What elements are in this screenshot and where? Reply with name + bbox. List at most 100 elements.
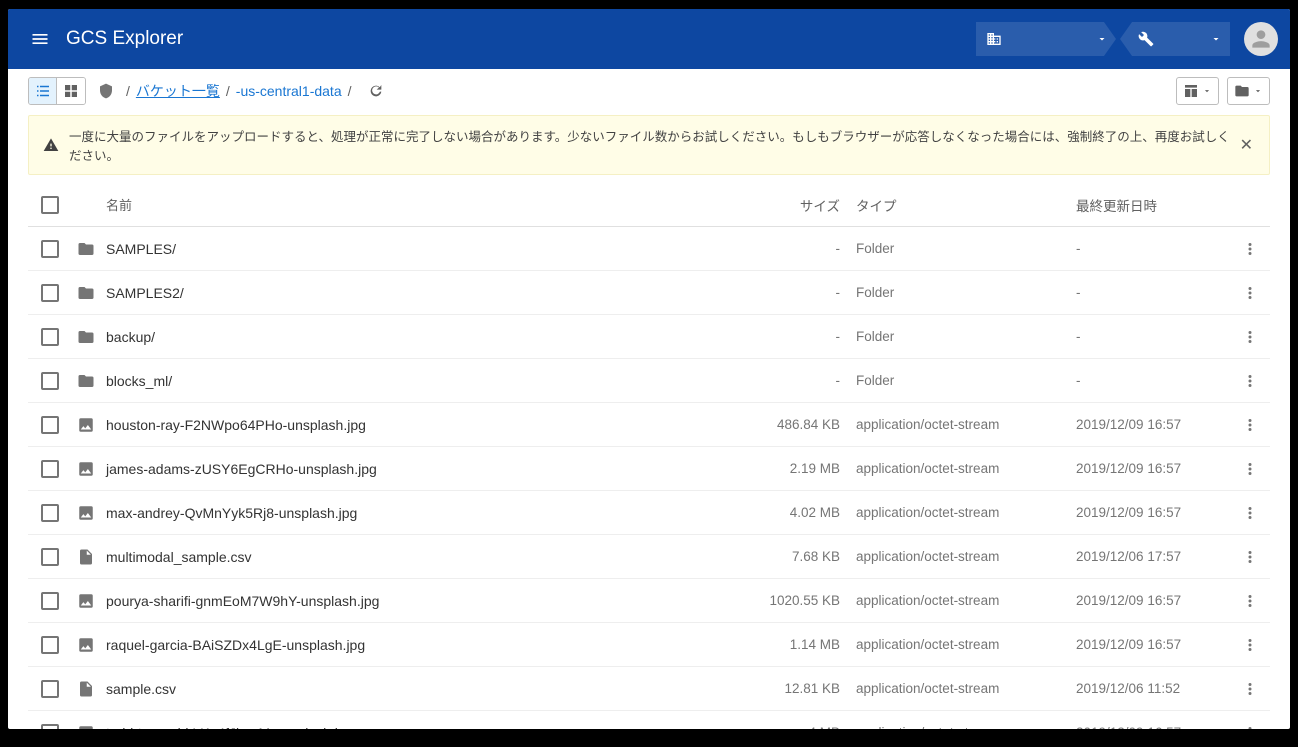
- object-name[interactable]: backup/: [100, 329, 730, 345]
- object-name[interactable]: max-andrey-QvMnYyk5Rj8-unsplash.jpg: [100, 505, 730, 521]
- more-vert-icon: [1241, 636, 1259, 654]
- object-name[interactable]: blocks_ml/: [100, 373, 730, 389]
- object-size: 12.81 KB: [730, 681, 840, 696]
- col-type[interactable]: タイプ: [840, 195, 1060, 215]
- row-menu-button[interactable]: [1230, 460, 1270, 478]
- object-name[interactable]: SAMPLES/: [100, 241, 730, 257]
- object-size: -: [730, 241, 840, 256]
- row-menu-button[interactable]: [1230, 592, 1270, 610]
- object-size: 1.14 MB: [730, 637, 840, 652]
- breadcrumb-current[interactable]: -us-central1-data: [236, 83, 342, 99]
- col-name[interactable]: 名前: [100, 195, 730, 214]
- row-checkbox[interactable]: [41, 416, 59, 434]
- table-header-row: 名前 サイズ タイプ 最終更新日時: [28, 183, 1270, 227]
- row-checkbox[interactable]: [41, 240, 59, 258]
- table-row: backup/-Folder-: [28, 315, 1270, 359]
- row-menu-button[interactable]: [1230, 504, 1270, 522]
- menu-button[interactable]: [20, 19, 60, 59]
- row-checkbox[interactable]: [41, 504, 59, 522]
- list-view-button[interactable]: [29, 78, 57, 104]
- object-size: 2.19 MB: [730, 461, 840, 476]
- more-vert-icon: [1241, 592, 1259, 610]
- more-vert-icon: [1241, 724, 1259, 730]
- row-menu-button[interactable]: [1230, 548, 1270, 566]
- shield-icon: [98, 83, 114, 99]
- row-checkbox[interactable]: [41, 460, 59, 478]
- object-name[interactable]: houston-ray-F2NWpo64PHo-unsplash.jpg: [100, 417, 730, 433]
- tool-selector[interactable]: [1120, 22, 1230, 56]
- refresh-icon: [368, 83, 384, 99]
- user-avatar[interactable]: [1244, 22, 1278, 56]
- row-menu-button[interactable]: [1230, 416, 1270, 434]
- more-vert-icon: [1241, 680, 1259, 698]
- object-modified: 2019/12/06 11:52: [1060, 681, 1230, 696]
- object-size: 4.02 MB: [730, 505, 840, 520]
- hamburger-icon: [30, 29, 50, 49]
- object-type: application/octet-stream: [840, 417, 1060, 432]
- row-checkbox[interactable]: [41, 284, 59, 302]
- row-menu-button[interactable]: [1230, 680, 1270, 698]
- table-row: james-adams-zUSY6EgCRHo-unsplash.jpg2.19…: [28, 447, 1270, 491]
- object-type: application/octet-stream: [840, 725, 1060, 729]
- warning-close-button[interactable]: ✕: [1238, 135, 1255, 155]
- object-name[interactable]: todd-trapani-kLKg4fJlmqM-unsplash.jpg: [100, 725, 730, 730]
- columns-button[interactable]: [1176, 77, 1219, 105]
- row-checkbox[interactable]: [41, 328, 59, 346]
- image-icon: [77, 592, 95, 610]
- add-folder-button[interactable]: [1227, 77, 1270, 105]
- object-name[interactable]: SAMPLES2/: [100, 285, 730, 301]
- object-modified: 2019/12/09 16:57: [1060, 725, 1230, 729]
- row-menu-button[interactable]: [1230, 372, 1270, 390]
- object-name[interactable]: pourya-sharifi-gnmEoM7W9hY-unsplash.jpg: [100, 593, 730, 609]
- caret-down-icon: [1253, 86, 1263, 96]
- toolbar: / バケット一覧 / -us-central1-data /: [8, 69, 1290, 113]
- row-menu-button[interactable]: [1230, 636, 1270, 654]
- app-title: GCS Explorer: [66, 28, 183, 50]
- object-modified: 2019/12/09 16:57: [1060, 593, 1230, 608]
- grid-view-button[interactable]: [57, 78, 85, 104]
- object-modified: 2019/12/09 16:57: [1060, 417, 1230, 432]
- image-icon: [77, 724, 95, 730]
- col-size[interactable]: サイズ: [730, 195, 840, 215]
- col-modified[interactable]: 最終更新日時: [1060, 195, 1230, 215]
- image-icon: [77, 504, 95, 522]
- object-modified: 2019/12/09 16:57: [1060, 461, 1230, 476]
- row-menu-button[interactable]: [1230, 328, 1270, 346]
- object-name[interactable]: james-adams-zUSY6EgCRHo-unsplash.jpg: [100, 461, 730, 477]
- object-name[interactable]: raquel-garcia-BAiSZDx4LgE-unsplash.jpg: [100, 637, 730, 653]
- row-checkbox[interactable]: [41, 724, 59, 730]
- folder-icon: [77, 328, 95, 346]
- refresh-button[interactable]: [368, 83, 384, 99]
- object-name[interactable]: sample.csv: [100, 681, 730, 697]
- object-modified: 2019/12/09 16:57: [1060, 637, 1230, 652]
- row-checkbox[interactable]: [41, 636, 59, 654]
- object-type: Folder: [840, 285, 1060, 300]
- row-menu-button[interactable]: [1230, 724, 1270, 730]
- object-type: application/octet-stream: [840, 461, 1060, 476]
- object-type: application/octet-stream: [840, 549, 1060, 564]
- row-checkbox[interactable]: [41, 680, 59, 698]
- row-menu-button[interactable]: [1230, 240, 1270, 258]
- row-checkbox[interactable]: [41, 592, 59, 610]
- object-size: 1020.55 KB: [730, 593, 840, 608]
- file-icon: [77, 548, 95, 566]
- select-all-checkbox[interactable]: [41, 196, 59, 214]
- more-vert-icon: [1241, 460, 1259, 478]
- row-menu-button[interactable]: [1230, 284, 1270, 302]
- wrench-icon: [1138, 31, 1154, 47]
- app-header: GCS Explorer: [8, 9, 1290, 69]
- table-row: houston-ray-F2NWpo64PHo-unsplash.jpg486.…: [28, 403, 1270, 447]
- row-checkbox[interactable]: [41, 548, 59, 566]
- object-name[interactable]: multimodal_sample.csv: [100, 549, 730, 565]
- caret-down-icon: [1210, 33, 1222, 45]
- breadcrumb-bucket-list[interactable]: バケット一覧: [136, 81, 220, 101]
- project-selector[interactable]: [976, 22, 1116, 56]
- object-type: Folder: [840, 241, 1060, 256]
- row-checkbox[interactable]: [41, 372, 59, 390]
- more-vert-icon: [1241, 284, 1259, 302]
- image-icon: [77, 460, 95, 478]
- object-size: 7.68 KB: [730, 549, 840, 564]
- object-modified: -: [1060, 373, 1230, 388]
- list-icon: [34, 82, 52, 100]
- more-vert-icon: [1241, 504, 1259, 522]
